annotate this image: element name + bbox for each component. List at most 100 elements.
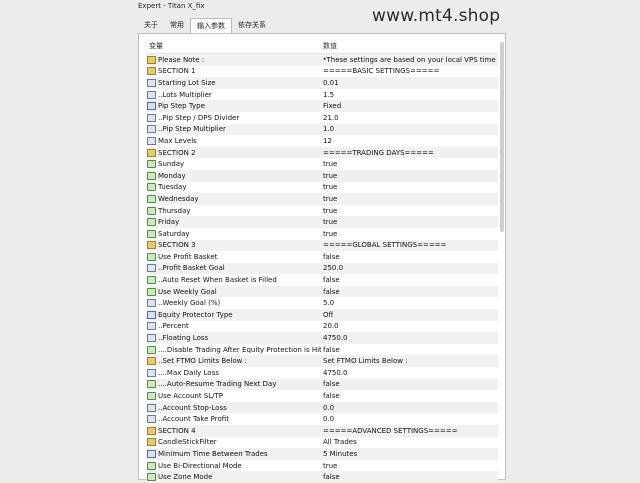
param-value[interactable]: true — [321, 172, 337, 180]
table-row[interactable]: Use Bi-Directional Mode true — [146, 460, 498, 472]
param-name: ..Floating Loss — [158, 334, 209, 343]
boolean-param-icon — [147, 252, 156, 261]
table-row[interactable]: Equity Protector Type Off — [146, 309, 498, 321]
table-row[interactable]: Use Profit Basket false — [146, 251, 498, 263]
param-value[interactable]: Fixed — [321, 102, 341, 110]
param-value[interactable]: =====TRADING DAYS===== — [321, 149, 434, 157]
param-value[interactable]: true — [321, 462, 337, 470]
param-name: Starting Lot Size — [158, 78, 216, 87]
numeric-param-icon — [147, 78, 156, 87]
numeric-param-icon — [147, 403, 156, 412]
param-value[interactable]: 12 — [321, 137, 332, 145]
param-value[interactable]: =====BASIC SETTINGS===== — [321, 67, 439, 75]
tab-about[interactable]: 关于 — [138, 18, 164, 34]
table-row[interactable]: ....Disable Trading After Equity Protect… — [146, 344, 498, 356]
table-row[interactable]: SECTION 3 =====GLOBAL SETTINGS===== — [146, 239, 498, 252]
table-row[interactable]: Minimum Time Between Trades 5 Minutes — [146, 448, 498, 460]
vertical-scrollbar[interactable] — [500, 42, 504, 232]
param-value[interactable]: 4750.0 — [321, 369, 348, 377]
param-value[interactable]: All Trades — [321, 438, 357, 446]
table-row[interactable]: Wednesday true — [146, 193, 498, 205]
param-value[interactable]: true — [321, 207, 337, 215]
param-name: ....Disable Trading After Equity Protect… — [158, 345, 321, 354]
param-value[interactable]: true — [321, 160, 337, 168]
param-name: Please Note : — [158, 55, 205, 64]
param-value[interactable]: false — [321, 380, 340, 388]
table-row[interactable]: Use Zone Mode false — [146, 471, 498, 483]
table-row[interactable]: SECTION 4 =====ADVANCED SETTINGS===== — [146, 425, 498, 437]
param-value[interactable]: =====GLOBAL SETTINGS===== — [321, 241, 446, 249]
table-row[interactable]: ....Auto-Resume Trading Next Day false — [146, 378, 498, 391]
param-value[interactable]: false — [321, 288, 340, 296]
table-row[interactable]: ..Floating Loss 4750.0 — [146, 332, 498, 344]
string-param-icon — [147, 67, 156, 76]
tab-inputs[interactable]: 输入参数 — [190, 18, 232, 34]
tab-common[interactable]: 常用 — [164, 18, 190, 34]
param-value[interactable]: 1.5 — [321, 91, 334, 99]
inputs-panel: 变量 数值 Please Note : *These settings are b… — [138, 33, 506, 483]
param-value[interactable]: 4750.0 — [321, 334, 348, 342]
table-row[interactable]: Friday true — [146, 216, 498, 228]
table-row[interactable]: ..Set FTMO Limits Below : Set FTMO Limits… — [146, 355, 498, 368]
param-value[interactable]: Set FTMO Limits Below : — [321, 357, 408, 365]
table-row[interactable]: ..Profit Basket Goal 250.0 — [146, 262, 498, 275]
param-name: SECTION 3 — [158, 241, 196, 250]
table-row[interactable]: Max Levels 12 — [146, 135, 498, 147]
param-name: Wednesday — [158, 194, 199, 203]
param-value[interactable]: false — [321, 276, 340, 284]
param-name: ..Account Stop-Loss — [158, 403, 227, 412]
param-value[interactable]: 250.0 — [321, 264, 343, 272]
param-value[interactable]: 20.0 — [321, 322, 339, 330]
param-value[interactable]: true — [321, 218, 337, 226]
table-row[interactable]: Sunday true — [146, 158, 498, 170]
param-value[interactable]: 0.0 — [321, 415, 334, 423]
param-value[interactable]: true — [321, 195, 337, 203]
numeric-param-icon — [147, 90, 156, 99]
param-value[interactable]: false — [321, 392, 340, 400]
string-param-icon — [147, 438, 156, 447]
table-row[interactable]: Pip Step Type Fixed — [146, 100, 498, 112]
table-row[interactable]: ..Pip Step Multiplier 1.0 — [146, 123, 498, 136]
param-value[interactable]: 21.0 — [321, 114, 339, 122]
header-variable[interactable]: 变量 — [146, 40, 321, 53]
param-value[interactable]: 5.0 — [321, 299, 334, 307]
table-row[interactable]: Please Note : *These settings are based o… — [146, 54, 498, 66]
table-row[interactable]: Use Weekly Goal false — [146, 285, 498, 298]
boolean-param-icon — [147, 160, 156, 169]
table-row[interactable]: ..Percent 20.0 — [146, 321, 498, 333]
table-row[interactable]: Tuesday true — [146, 182, 498, 194]
table-row[interactable]: Saturday true — [146, 228, 498, 240]
param-value[interactable]: false — [321, 253, 340, 261]
param-value[interactable]: Off — [321, 311, 333, 319]
param-value[interactable]: 1.0 — [321, 125, 334, 133]
param-value[interactable]: *These settings are based on your local … — [321, 56, 496, 64]
param-name: ..Set FTMO Limits Below : — [158, 357, 247, 366]
grid-rows: Please Note : *These settings are based o… — [146, 54, 498, 483]
param-value[interactable]: 0.0 — [321, 404, 334, 412]
header-value[interactable]: 数值 — [321, 40, 337, 53]
table-row[interactable]: Monday true — [146, 169, 498, 182]
table-row[interactable]: ....Max Daily Loss 4750.0 — [146, 367, 498, 379]
numeric-param-icon — [147, 136, 156, 145]
table-row[interactable]: SECTION 2 =====TRADING DAYS===== — [146, 146, 498, 159]
param-value[interactable]: true — [321, 183, 337, 191]
table-row[interactable]: Thursday true — [146, 205, 498, 217]
table-row[interactable]: ..Pip Step / DPS Divider 21.0 — [146, 112, 498, 124]
table-row[interactable]: Use Account SL/TP false — [146, 390, 498, 402]
table-row[interactable]: ..Auto Reset When Basket is Filled false — [146, 274, 498, 286]
table-row[interactable]: SECTION 1 =====BASIC SETTINGS===== — [146, 66, 498, 78]
table-row[interactable]: CandleStickFilter All Trades — [146, 437, 498, 449]
table-row[interactable]: ..Weekly Goal (%) 5.0 — [146, 297, 498, 309]
param-value[interactable]: 0.01 — [321, 79, 339, 87]
tab-dependencies[interactable]: 依存关系 — [232, 18, 272, 34]
table-row[interactable]: ..Account Stop-Loss 0.0 — [146, 401, 498, 414]
param-value[interactable]: true — [321, 230, 337, 238]
table-row[interactable]: Starting Lot Size 0.01 — [146, 77, 498, 89]
param-value[interactable]: =====ADVANCED SETTINGS===== — [321, 427, 457, 435]
table-row[interactable]: ..Lots Multiplier 1.5 — [146, 89, 498, 101]
table-row[interactable]: ..Account Take Profit 0.0 — [146, 413, 498, 425]
string-param-icon — [147, 357, 156, 366]
param-value[interactable]: false — [321, 346, 340, 354]
boolean-param-icon — [147, 194, 156, 203]
param-value[interactable]: 5 Minutes — [321, 450, 357, 458]
